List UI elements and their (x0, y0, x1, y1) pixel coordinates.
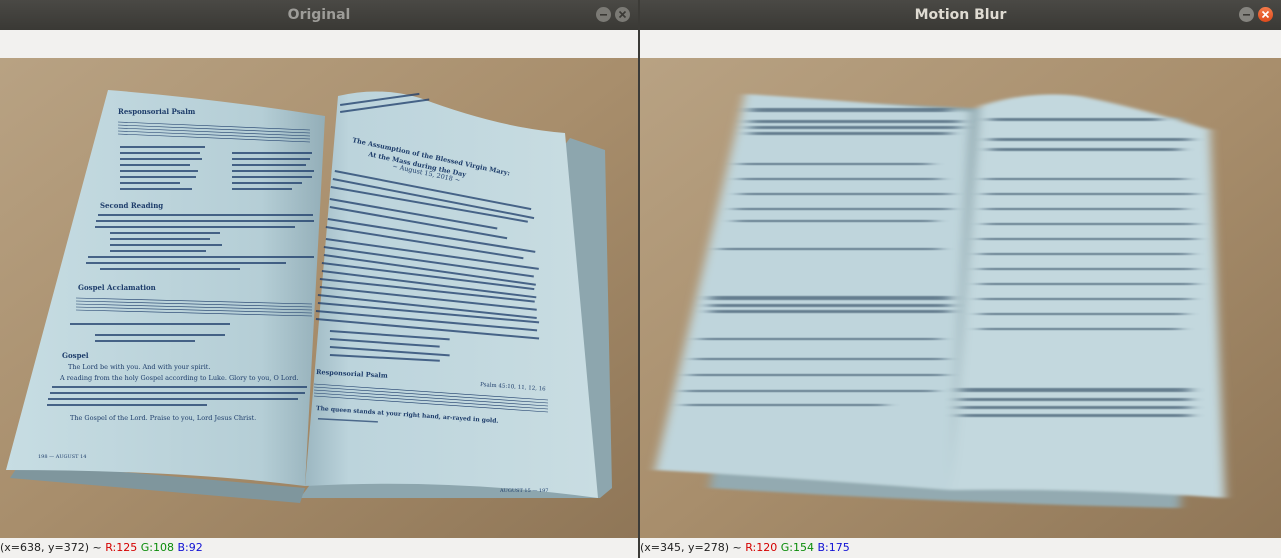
svg-text:Gospel: Gospel (62, 351, 89, 360)
svg-text:The Lord be with you. And with: The Lord be with you. And with your spir… (68, 363, 210, 371)
pixel-green: G:108 (140, 541, 174, 554)
close-icon[interactable] (615, 7, 630, 22)
status-bar: (x=345, y=278) ~ R:120 G:154 B:175 (640, 538, 1281, 558)
right-page (305, 91, 598, 499)
cursor-coords: (x=345, y=278) ~ (640, 541, 742, 554)
toolbar (640, 30, 1281, 59)
image-canvas[interactable] (640, 58, 1281, 538)
pixel-blue: B:92 (177, 541, 203, 554)
status-bar: (x=638, y=372) ~ R:125 G:108 B:92 (0, 538, 638, 558)
pixel-green: G:154 (780, 541, 814, 554)
svg-text:Gospel Acclamation: Gospel Acclamation (78, 283, 156, 292)
motion-blur-window: Motion Blur (x=345, y=278) ~ R:120 G:154… (640, 0, 1281, 558)
pixel-red: R:120 (745, 541, 778, 554)
cursor-coords: (x=638, y=372) ~ (0, 541, 102, 554)
close-icon[interactable] (1258, 7, 1273, 22)
toolbar (0, 30, 638, 59)
original-window: Original Responsorial Psalm Second Readi… (0, 0, 638, 558)
pixel-red: R:125 (105, 541, 138, 554)
svg-text:198 — AUGUST 14: 198 — AUGUST 14 (38, 454, 86, 460)
window-titlebar[interactable]: Original (0, 0, 638, 30)
image-canvas[interactable]: Responsorial Psalm Second Reading Gospel… (0, 58, 638, 538)
blurred-right-page (950, 94, 1225, 498)
window-title: Motion Blur (914, 7, 1007, 23)
svg-text:Second Reading: Second Reading (100, 201, 163, 210)
minimize-icon[interactable] (596, 7, 611, 22)
svg-text:AUGUST 15 — 197: AUGUST 15 — 197 (499, 488, 548, 494)
svg-text:A reading from the holy Gospel: A reading from the holy Gospel according… (59, 374, 298, 382)
svg-text:Responsorial Psalm: Responsorial Psalm (118, 107, 196, 116)
window-titlebar[interactable]: Motion Blur (640, 0, 1281, 30)
svg-text:The Gospel of the Lord. Praise: The Gospel of the Lord. Praise to you, L… (70, 414, 256, 422)
pixel-blue: B:175 (817, 541, 850, 554)
window-title: Original (287, 7, 351, 23)
minimize-icon[interactable] (1239, 7, 1254, 22)
